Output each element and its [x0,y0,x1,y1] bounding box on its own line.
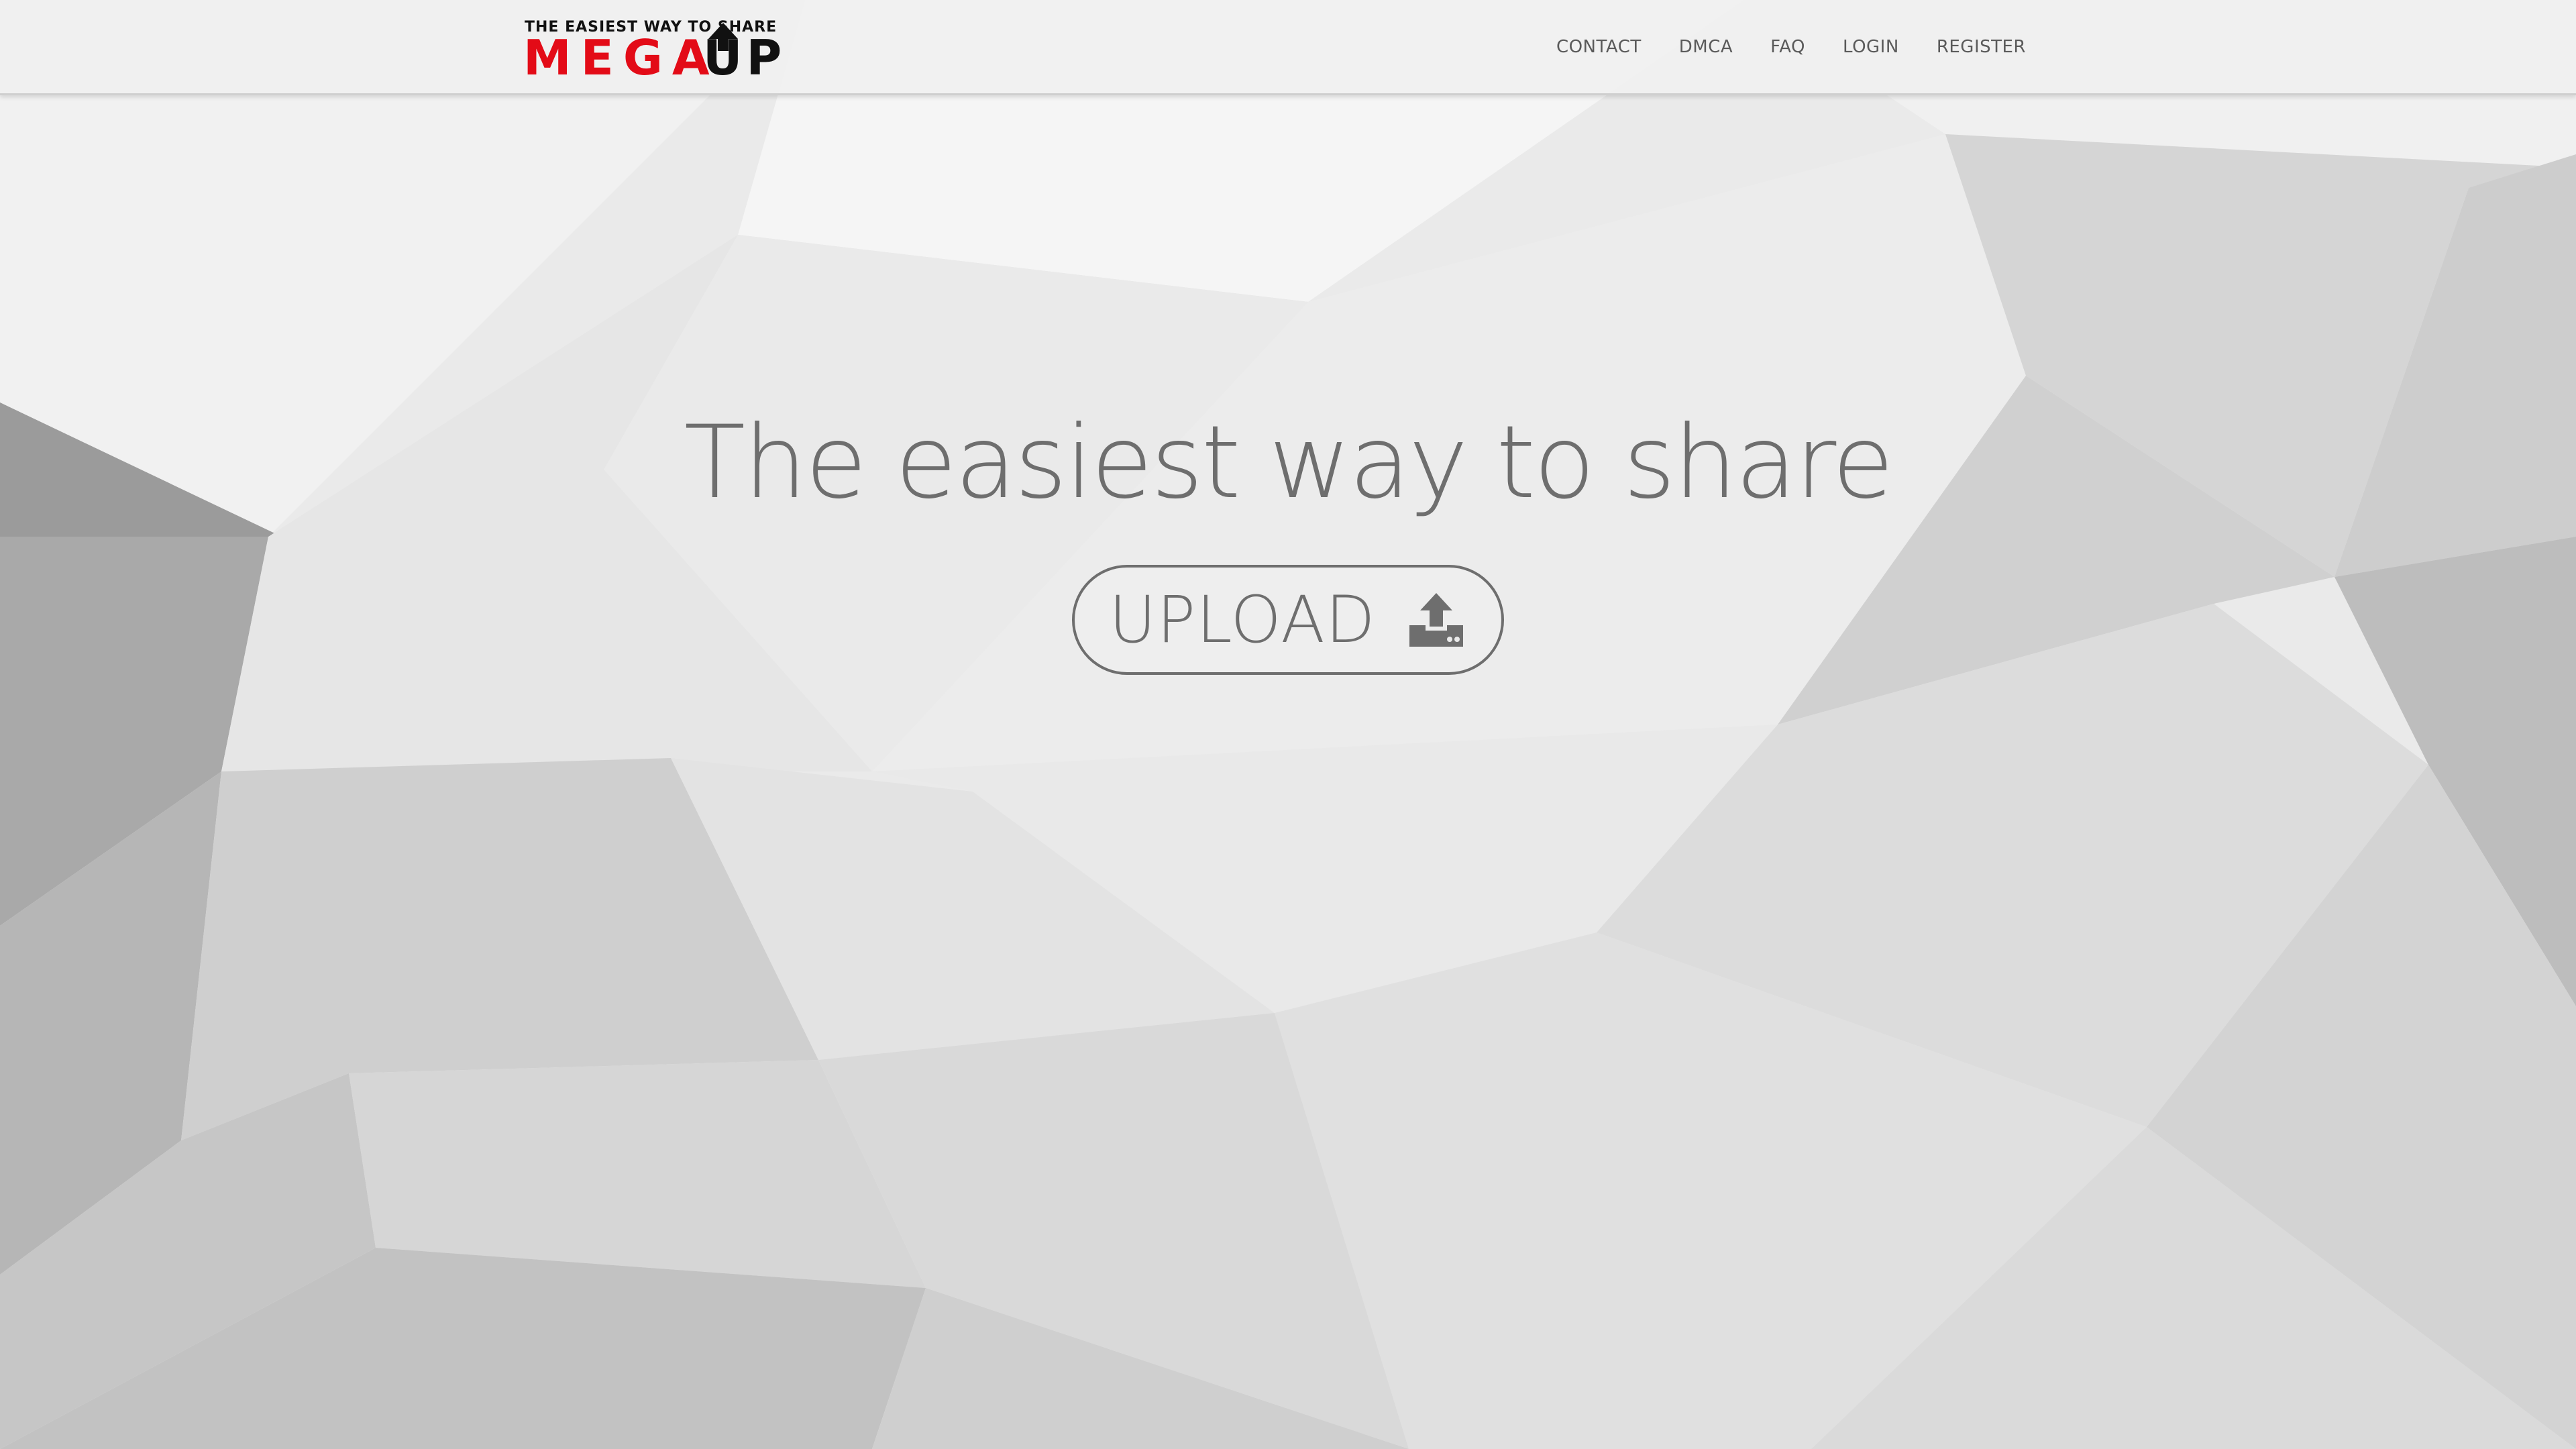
nav-login-link[interactable]: LOGIN [1843,37,1899,57]
upload-button-label: UPLOAD [1109,582,1376,657]
logo-up-arrow-icon [708,23,738,51]
nav-contact-link[interactable]: CONTACT [1556,37,1642,57]
hero-headline: The easiest way to share [684,405,1894,521]
megaup-logo[interactable]: THE EASIEST WAY TO SHARE MEGA UP [523,19,795,85]
nav-faq-link[interactable]: FAQ [1770,37,1805,57]
upload-button[interactable]: UPLOAD [1072,565,1504,675]
top-navbar: THE EASIEST WAY TO SHARE MEGA UP CONTACT… [0,0,2576,95]
hero-section: The easiest way to share UPLOAD [0,402,2576,675]
polygon-background [0,0,2576,1449]
nav-register-link[interactable]: REGISTER [1937,37,2026,57]
main-nav: CONTACT DMCA FAQ LOGIN REGISTER [1556,0,2026,93]
logo-mega-text: MEGA [523,30,719,86]
upload-icon [1409,593,1463,647]
nav-dmca-link[interactable]: DMCA [1679,37,1733,57]
